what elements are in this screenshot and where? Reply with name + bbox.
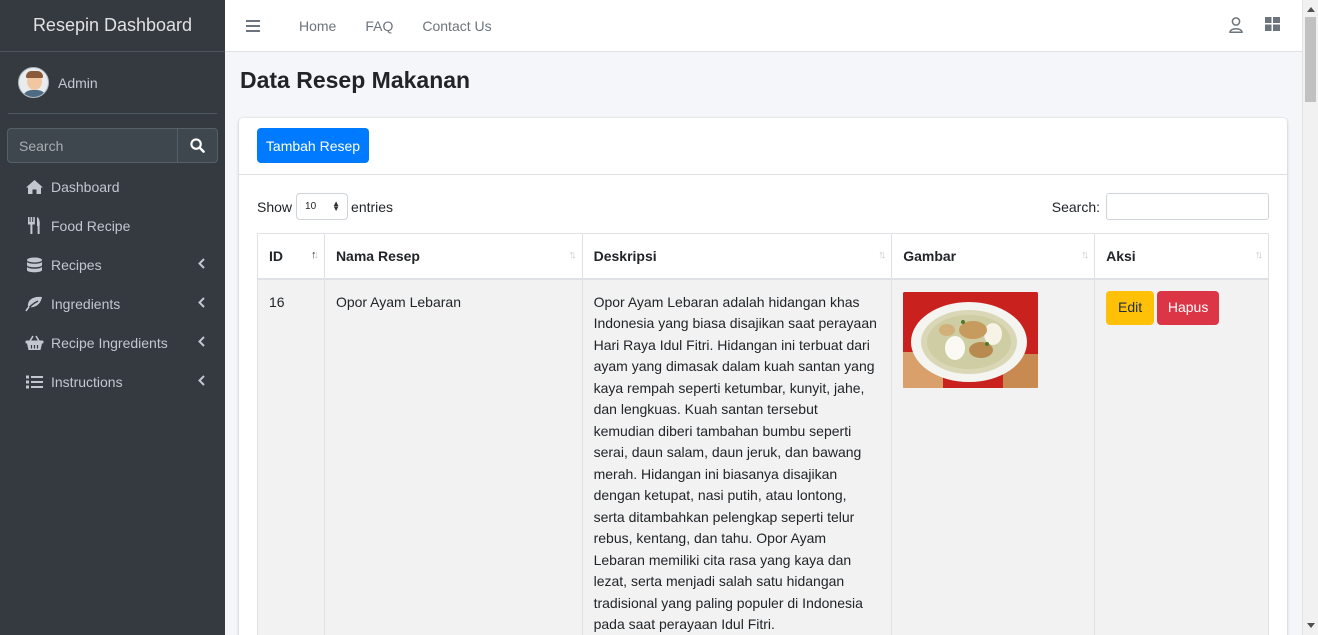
select-arrows-icon: ▲ ▼	[332, 199, 341, 213]
user-icon[interactable]	[1229, 17, 1243, 33]
entries-select[interactable]: 10 ▲ ▼	[296, 193, 349, 220]
sidebar-item-dashboard[interactable]: Dashboard	[8, 167, 217, 206]
sidebar-item-recipe-ingredients[interactable]: Recipe Ingredients	[8, 323, 217, 362]
nav-link-home[interactable]: Home	[299, 18, 336, 34]
column-header-actions[interactable]: Aksi ↑↓	[1094, 233, 1269, 280]
sidebar-nav: Dashboard Food Recipe Recipes Ingredient…	[8, 167, 217, 401]
list-icon	[24, 372, 44, 392]
cell-actions: Edit Hapus	[1094, 278, 1269, 635]
sort-asc-icon: ↑↓	[310, 249, 319, 261]
sort-icon: ↑↓	[1255, 249, 1263, 261]
card-header: Tambah Resep	[239, 118, 1287, 175]
table-search-input[interactable]	[1106, 193, 1269, 220]
sidebar-item-label: Food Recipe	[51, 217, 131, 234]
top-navbar: Home FAQ Contact Us	[225, 0, 1302, 52]
search-icon	[190, 138, 205, 153]
nav-link-contact[interactable]: Contact Us	[422, 18, 491, 34]
sidebar-item-label: Recipes	[51, 256, 102, 273]
column-header-description[interactable]: Deskripsi ↑↓	[581, 233, 893, 280]
search-label: Search:	[1051, 198, 1100, 215]
home-icon	[24, 177, 44, 197]
edit-button[interactable]: Edit	[1106, 290, 1155, 325]
table-search: Search:	[1052, 193, 1269, 220]
user-name[interactable]: Admin	[58, 75, 98, 91]
nav-link-faq[interactable]: FAQ	[365, 18, 393, 34]
scroll-up-icon[interactable]	[1307, 7, 1315, 12]
add-recipe-button[interactable]: Tambah Resep	[257, 128, 369, 163]
hamburger-menu-icon[interactable]	[246, 19, 260, 32]
chevron-left-icon	[198, 258, 205, 269]
entries-length-control: Show 10 ▲ ▼ entries	[257, 193, 393, 220]
grid-icon[interactable]	[1265, 17, 1280, 31]
sort-icon: ↑↓	[1081, 249, 1089, 261]
sidebar-item-label: Instructions	[51, 373, 123, 390]
sort-icon: ↑↓	[568, 249, 577, 261]
column-header-name[interactable]: Nama Resep ↑↓	[323, 233, 583, 280]
brand-title[interactable]: Resepin Dashboard	[0, 0, 225, 52]
entries-label: entries	[351, 198, 394, 215]
scroll-down-icon[interactable]	[1307, 623, 1315, 628]
sidebar-search-input[interactable]	[7, 128, 177, 163]
sidebar-item-ingredients[interactable]: Ingredients	[8, 284, 217, 323]
sidebar-item-instructions[interactable]: Instructions	[8, 362, 217, 401]
chevron-left-icon	[198, 336, 205, 347]
recipe-image	[903, 291, 1039, 388]
cell-name: Opor Ayam Lebaran	[323, 278, 583, 635]
delete-button[interactable]: Hapus	[1157, 290, 1220, 325]
entries-select-value: 10	[305, 201, 317, 212]
sidebar-search	[7, 128, 218, 163]
sidebar-item-label: Ingredients	[51, 295, 121, 312]
sidebar-item-food-recipe[interactable]: Food Recipe	[8, 206, 217, 245]
cell-id: 16	[257, 278, 325, 635]
column-header-image[interactable]: Gambar ↑↓	[891, 233, 1096, 280]
recipe-card: Tambah Resep Show 10 ▲ ▼ entries Search: …	[239, 118, 1287, 635]
show-label: Show	[257, 198, 293, 215]
page-scrollbar[interactable]	[1302, 0, 1318, 635]
page-title: Data Resep Makanan	[240, 67, 471, 93]
recipe-table: ID ↑↓ Nama Resep ↑↓ Deskripsi ↑↓ Gambar ↑↓ A…	[257, 233, 1269, 635]
table-header-row: ID ↑↓ Nama Resep ↑↓ Deskripsi ↑↓ Gambar ↑↓ A…	[257, 233, 1269, 280]
sidebar-search-button[interactable]	[177, 128, 218, 163]
scrollbar-thumb[interactable]	[1305, 17, 1316, 102]
table-row: 16 Opor Ayam Lebaran Opor Ayam Lebaran a…	[257, 278, 1269, 635]
avatar[interactable]	[18, 67, 49, 98]
basket-icon	[24, 333, 44, 353]
chevron-left-icon	[198, 297, 205, 308]
database-icon	[24, 255, 44, 275]
sort-icon: ↑↓	[878, 249, 886, 261]
sidebar-item-label: Recipe Ingredients	[51, 334, 168, 351]
sidebar-item-label: Dashboard	[51, 178, 120, 195]
column-header-id[interactable]: ID ↑↓	[257, 233, 325, 280]
user-panel[interactable]: Admin	[8, 52, 217, 114]
sidebar: Resepin Dashboard Admin Dashboard Food R…	[0, 0, 225, 635]
cell-description: Opor Ayam Lebaran adalah hidangan khas I…	[581, 278, 893, 635]
utensils-icon	[24, 216, 44, 236]
leaf-icon	[24, 294, 44, 314]
cell-image	[891, 278, 1096, 635]
sidebar-item-recipes[interactable]: Recipes	[8, 245, 217, 284]
chevron-left-icon	[198, 375, 205, 386]
